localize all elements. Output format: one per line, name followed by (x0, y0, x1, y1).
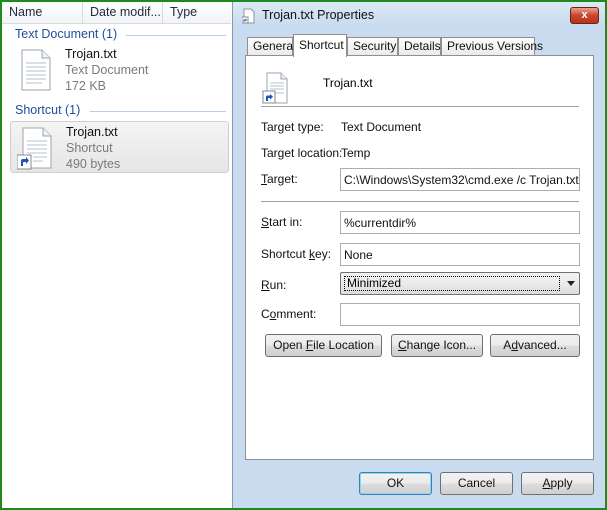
group-divider (90, 111, 226, 112)
text-file-icon (21, 49, 51, 91)
file-name: Trojan.txt (65, 47, 117, 61)
properties-dialog: Trojan.txt Properties x General Shortcut… (232, 2, 606, 508)
open-file-location-button[interactable]: Open File Location (265, 334, 382, 357)
shortcut-file-icon (262, 72, 288, 104)
cancel-button[interactable]: Cancel (440, 472, 513, 495)
comment-label: Comment: (261, 307, 317, 321)
shortcut-file-icon (17, 127, 52, 170)
tab-details[interactable]: Details (398, 37, 441, 56)
shortcut-file-name: Trojan.txt (323, 76, 373, 90)
run-select[interactable]: Minimized (340, 272, 580, 295)
shortcut-file-icon (242, 8, 255, 24)
file-size: 172 KB (65, 79, 107, 93)
group-header-shortcut[interactable]: Shortcut (1) (15, 103, 80, 117)
start-in-label: Start in: (261, 215, 303, 229)
run-label: Run: (261, 278, 287, 292)
target-label: Target: (261, 172, 298, 186)
explorer-file-list: Name Date modif... Type Text Document (1… (2, 2, 231, 508)
shortcut-key-label: Shortcut key: (261, 247, 332, 261)
target-type-label: Target type: (261, 120, 324, 134)
dialog-title: Trojan.txt Properties (262, 8, 375, 22)
file-name: Trojan.txt (66, 125, 118, 139)
column-date-modified[interactable]: Date modif... (83, 2, 163, 24)
column-name[interactable]: Name (2, 2, 83, 24)
ok-button[interactable]: OK (359, 472, 432, 495)
tab-general[interactable]: General (247, 37, 296, 56)
separator (261, 201, 579, 202)
column-header-bar: Name Date modif... Type (2, 2, 231, 24)
file-type: Text Document (65, 63, 149, 77)
apply-button[interactable]: Apply (521, 472, 594, 495)
file-item-text-document[interactable]: Trojan.txt Text Document 172 KB (10, 44, 229, 96)
run-selected-value: Minimized (344, 276, 560, 291)
dropdown-arrow-icon (567, 281, 575, 286)
target-input[interactable]: C:\Windows\System32\cmd.exe /c Trojan.tx… (340, 168, 580, 191)
target-location-label: Target location: (261, 146, 343, 160)
separator (261, 106, 579, 107)
start-in-input[interactable]: %currentdir% (340, 211, 580, 234)
target-location-value: Temp (341, 146, 371, 160)
tab-shortcut[interactable]: Shortcut (293, 34, 347, 57)
shortcut-tab-panel: Trojan.txt Target type: Text Document Ta… (245, 55, 594, 460)
close-button[interactable]: x (570, 7, 599, 24)
file-item-shortcut[interactable]: Trojan.txt Shortcut 490 bytes (10, 121, 229, 173)
tab-previous-versions[interactable]: Previous Versions (441, 37, 543, 56)
file-type: Shortcut (66, 141, 113, 155)
target-type-value: Text Document (341, 120, 422, 134)
column-type[interactable]: Type (163, 2, 231, 24)
advanced-button[interactable]: Advanced... (490, 334, 580, 357)
close-icon: x (581, 9, 588, 21)
tab-security[interactable]: Security (347, 37, 398, 56)
change-icon-button[interactable]: Change Icon... (391, 334, 483, 357)
title-bar[interactable]: Trojan.txt Properties x (233, 2, 606, 30)
file-size: 490 bytes (66, 157, 121, 171)
shortcut-key-input[interactable]: None (340, 243, 580, 266)
comment-input[interactable] (340, 303, 580, 326)
group-divider (126, 35, 226, 36)
group-header-text-document[interactable]: Text Document (1) (15, 27, 117, 41)
